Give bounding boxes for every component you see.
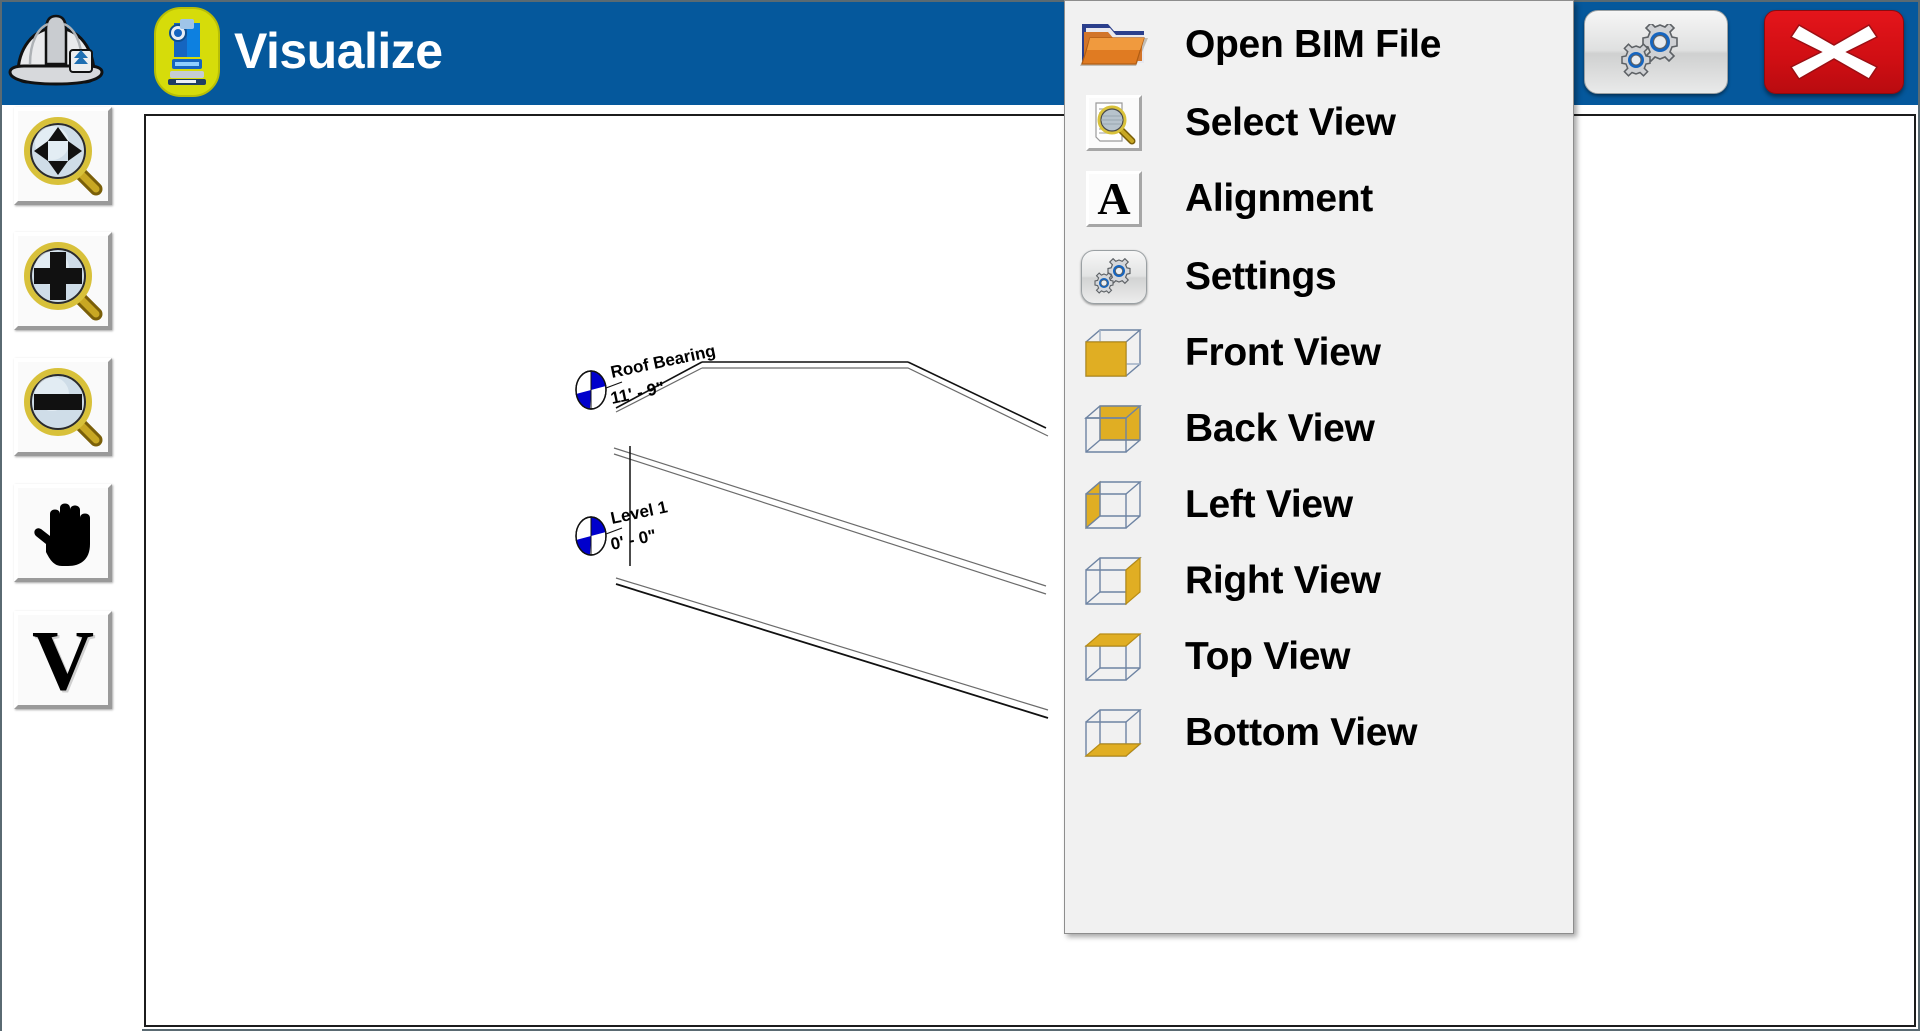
menu-item-top-view[interactable]: Top View: [1065, 619, 1573, 695]
menu-item-label: Top View: [1185, 635, 1351, 678]
magnifier-minus-icon: [24, 368, 103, 447]
total-station-icon: [154, 7, 220, 97]
menu-item-label: Front View: [1185, 331, 1381, 374]
menu-item-label: Right View: [1185, 559, 1381, 602]
title-bar: Visualize: [2, 2, 1918, 105]
level-label-roof-bearing: Roof Bearing: [609, 341, 717, 382]
magnifier-pan-icon: [24, 117, 103, 196]
menu-item-bottom-view[interactable]: Bottom View: [1065, 695, 1573, 771]
gears-icon: [1075, 246, 1153, 308]
letter-a-glyph: A: [1097, 173, 1131, 224]
menu-item-alignment[interactable]: A Alignment: [1065, 161, 1573, 237]
menu-item-front-view[interactable]: Front View: [1065, 315, 1573, 391]
menu-item-label: Open BIM File: [1185, 23, 1442, 66]
menu-item-label: Settings: [1185, 255, 1337, 298]
letter-a-icon: A: [1075, 168, 1153, 230]
cube-back-icon: [1075, 398, 1153, 460]
level-elevation-roof-bearing: 11' - 9": [609, 378, 666, 408]
hand-icon: [34, 503, 90, 566]
cube-front-icon: [1075, 322, 1153, 384]
sidebar-item-zoom-in[interactable]: [14, 232, 112, 330]
magnifier-document-icon: [1075, 92, 1153, 154]
bim-model-wireframe: Roof Bearing 11' - 9" Level 1 0' - 0": [575, 341, 1049, 719]
menu-item-open-bim-file[interactable]: Open BIM File: [1065, 7, 1573, 83]
menu-item-label: Select View: [1185, 101, 1396, 144]
menu-item-right-view[interactable]: Right View: [1065, 543, 1573, 619]
magnifier-plus-icon: [24, 242, 103, 321]
cube-top-icon: [1075, 626, 1153, 688]
menu-item-label: Alignment: [1185, 177, 1373, 220]
level-label-level-1: Level 1: [609, 497, 669, 528]
sidebar-item-zoom-out[interactable]: [14, 358, 112, 456]
menu-item-label: Left View: [1185, 483, 1353, 526]
close-button[interactable]: [1764, 10, 1904, 94]
menu-item-label: Back View: [1185, 407, 1375, 450]
sidebar-item-pan-zoom[interactable]: [14, 107, 112, 205]
close-icon: [1789, 24, 1879, 80]
cube-left-icon: [1075, 474, 1153, 536]
settings-button[interactable]: [1584, 10, 1728, 94]
application-window: Visualize V Roof Bearing 11' - 9" Level …: [0, 0, 1920, 1031]
tool-sidebar: V: [2, 107, 142, 1031]
menu-item-left-view[interactable]: Left View: [1065, 467, 1573, 543]
menu-item-label: Bottom View: [1185, 711, 1418, 754]
cube-right-icon: [1075, 550, 1153, 612]
menu-item-select-view[interactable]: Select View: [1065, 85, 1573, 161]
hard-hat-icon: [6, 6, 106, 98]
menu-item-settings[interactable]: Settings: [1065, 239, 1573, 315]
menu-item-back-view[interactable]: Back View: [1065, 391, 1573, 467]
cube-bottom-icon: [1075, 702, 1153, 764]
page-title: Visualize: [234, 23, 443, 79]
gears-icon: [1621, 24, 1678, 77]
main-menu-dropdown: Open BIM File Select View A Alignment Se…: [1064, 0, 1574, 934]
letter-v-icon: V: [31, 612, 95, 708]
open-folder-icon: [1075, 14, 1153, 76]
sidebar-item-pan-hand[interactable]: [14, 484, 112, 582]
model-viewport[interactable]: Roof Bearing 11' - 9" Level 1 0' - 0": [144, 114, 1916, 1027]
sidebar-item-vertical[interactable]: V: [14, 611, 112, 709]
